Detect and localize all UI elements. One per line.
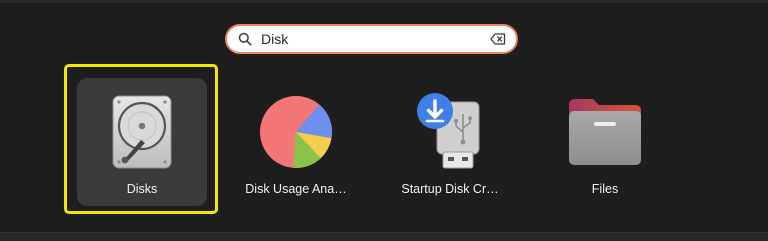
clear-icon[interactable] — [490, 32, 506, 46]
search-icon — [237, 31, 253, 47]
folder-icon — [565, 92, 645, 172]
app-label: Files — [591, 182, 619, 196]
hard-disk-icon — [102, 92, 182, 172]
app-label: Disk Usage Ana… — [245, 182, 347, 196]
bottom-edge — [0, 232, 768, 241]
app-disks[interactable]: Disks — [77, 78, 207, 206]
search-input[interactable] — [261, 31, 481, 47]
top-edge — [0, 0, 768, 3]
app-grid-overlay: Disks Disk Usage Ana… — [0, 0, 768, 241]
usb-download-icon — [410, 92, 490, 172]
app-startup-disk-creator[interactable]: Startup Disk Cr… — [385, 78, 515, 206]
app-label: Disks — [126, 182, 158, 196]
app-files[interactable]: Files — [540, 78, 670, 206]
search-box[interactable] — [225, 24, 518, 54]
pie-chart-icon — [256, 92, 336, 172]
app-label: Startup Disk Cr… — [401, 182, 499, 196]
app-disk-usage-analyzer[interactable]: Disk Usage Ana… — [231, 78, 361, 206]
